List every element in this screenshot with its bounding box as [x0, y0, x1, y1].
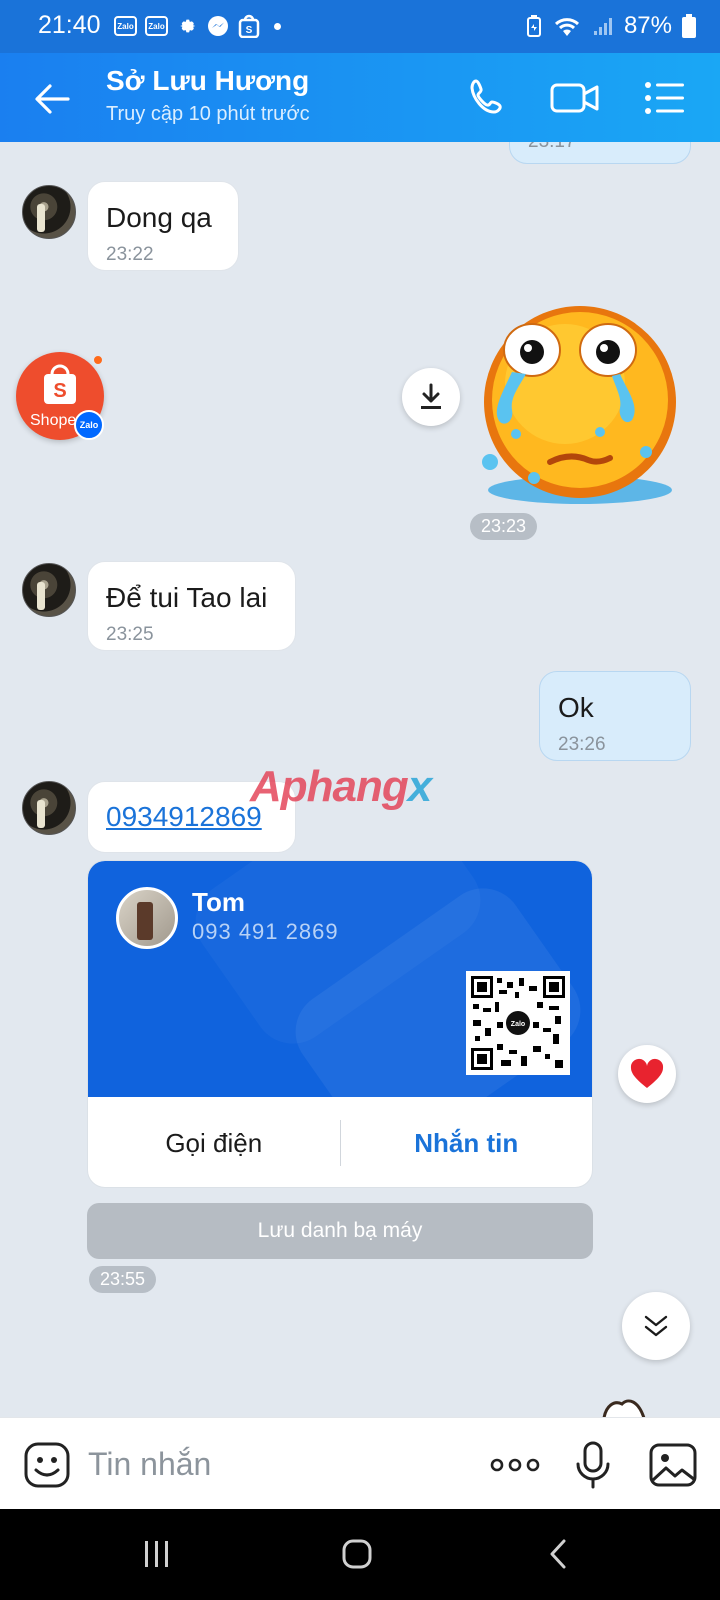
download-sticker-button[interactable]	[402, 368, 460, 426]
back-nav-icon[interactable]	[542, 1537, 576, 1571]
reaction-button[interactable]	[618, 1045, 676, 1103]
svg-text:S: S	[53, 380, 66, 402]
watermark: Aphangx	[250, 762, 432, 811]
battery-level: 87%	[623, 12, 672, 39]
contact-avatar	[116, 887, 178, 949]
status-right: 87%	[526, 12, 696, 40]
video-call-icon[interactable]	[549, 75, 601, 121]
signal-icon	[593, 18, 612, 35]
card-time: 23:55	[89, 1266, 157, 1293]
zalo-badge-icon: Zalo	[74, 410, 104, 440]
save-contact-button[interactable]: Lưu danh bạ máy	[87, 1203, 593, 1259]
qr-code-pattern: Zalo	[471, 976, 565, 1070]
sticker-time: 23:23	[470, 513, 538, 540]
system-navigation-bar	[0, 1509, 720, 1600]
message-bubble[interactable]: Ok 23:26	[539, 671, 691, 761]
contact-card[interactable]: Tom 093 491 2869 Zalo Gọi điện Nhắn tin	[87, 860, 593, 1188]
zalo-icon: Zalo	[145, 16, 168, 36]
image-gallery-icon[interactable]	[648, 1440, 698, 1490]
message-time: 23:17	[528, 142, 576, 153]
call-button[interactable]: Gọi điện	[88, 1097, 340, 1187]
recent-apps-icon[interactable]	[140, 1537, 174, 1571]
sender-avatar[interactable]	[22, 563, 76, 617]
contact-card-actions: Gọi điện Nhắn tin	[88, 1097, 593, 1187]
home-icon[interactable]	[340, 1537, 374, 1571]
shopee-icon: S	[238, 14, 260, 38]
status-time: 21:40	[38, 11, 101, 39]
message-time: 23:22	[106, 244, 154, 265]
message-bubble[interactable]: Dong qa 23:22	[87, 181, 239, 271]
notification-dot	[92, 354, 104, 366]
contact-name[interactable]: Sở Lưu Hương	[106, 65, 309, 97]
svg-text:Zalo: Zalo	[511, 1021, 525, 1028]
wifi-icon	[554, 18, 579, 36]
message-bubble[interactable]: Để tui Tao lai 23:25	[87, 561, 296, 651]
menu-list-icon[interactable]	[642, 75, 688, 121]
message-text: Dong qa	[106, 202, 212, 233]
message-input[interactable]: Tin nhắn	[88, 1446, 211, 1483]
message-time: 23:25	[106, 624, 154, 645]
double-chevron-down-icon	[644, 1315, 668, 1337]
battery-saver-icon	[526, 15, 541, 37]
scroll-to-bottom-button[interactable]	[622, 1292, 690, 1360]
qr-code: Zalo	[466, 971, 570, 1075]
contact-card-header: Tom 093 491 2869 Zalo	[88, 861, 592, 1097]
dot-icon	[274, 22, 281, 30]
shopee-floating-badge[interactable]: S Shopee Zalo	[16, 352, 104, 440]
message-text: Để tui Tao lai	[106, 582, 268, 613]
zalo-icon: Zalo	[114, 16, 137, 36]
message-bubble-partial[interactable]: 23:17	[509, 142, 691, 164]
phone-number-link[interactable]: 0934912869	[106, 801, 262, 833]
message-input-bar: Tin nhắn	[0, 1417, 720, 1509]
crying-emoji-sticker[interactable]	[470, 302, 690, 512]
message-text: Ok	[558, 692, 594, 723]
peeking-sticker	[602, 1399, 646, 1417]
sender-avatar[interactable]	[22, 185, 76, 239]
microphone-icon[interactable]	[568, 1440, 618, 1490]
contact-card-name: Tom	[192, 887, 245, 917]
sticker-emoji-icon[interactable]	[22, 1440, 72, 1490]
send-message-button[interactable]: Nhắn tin	[341, 1097, 593, 1187]
more-options-icon[interactable]	[488, 1440, 542, 1490]
message-time: 23:26	[558, 734, 606, 755]
battery-icon	[682, 14, 696, 38]
heart-icon	[630, 1058, 664, 1088]
back-arrow-icon[interactable]	[30, 77, 74, 121]
status-bar: 21:40 Zalo Zalo S 87%	[0, 0, 720, 53]
notification-icons: Zalo Zalo S	[114, 14, 281, 38]
chat-header: Sở Lưu Hương Truy cập 10 phút trước	[0, 53, 720, 142]
sender-avatar[interactable]	[22, 781, 76, 835]
svg-text:S: S	[246, 25, 253, 36]
download-icon	[421, 383, 441, 409]
chat-area: 23:17 Dong qa 23:22 S Shopee Zalo	[0, 142, 720, 1417]
gear-icon	[180, 19, 196, 33]
last-seen-status: Truy cập 10 phút trước	[106, 103, 310, 125]
contact-card-phone: 093 491 2869	[192, 919, 339, 944]
messenger-icon	[208, 16, 228, 36]
shopee-bag-icon: S	[44, 364, 76, 404]
phone-call-icon[interactable]	[466, 75, 512, 121]
